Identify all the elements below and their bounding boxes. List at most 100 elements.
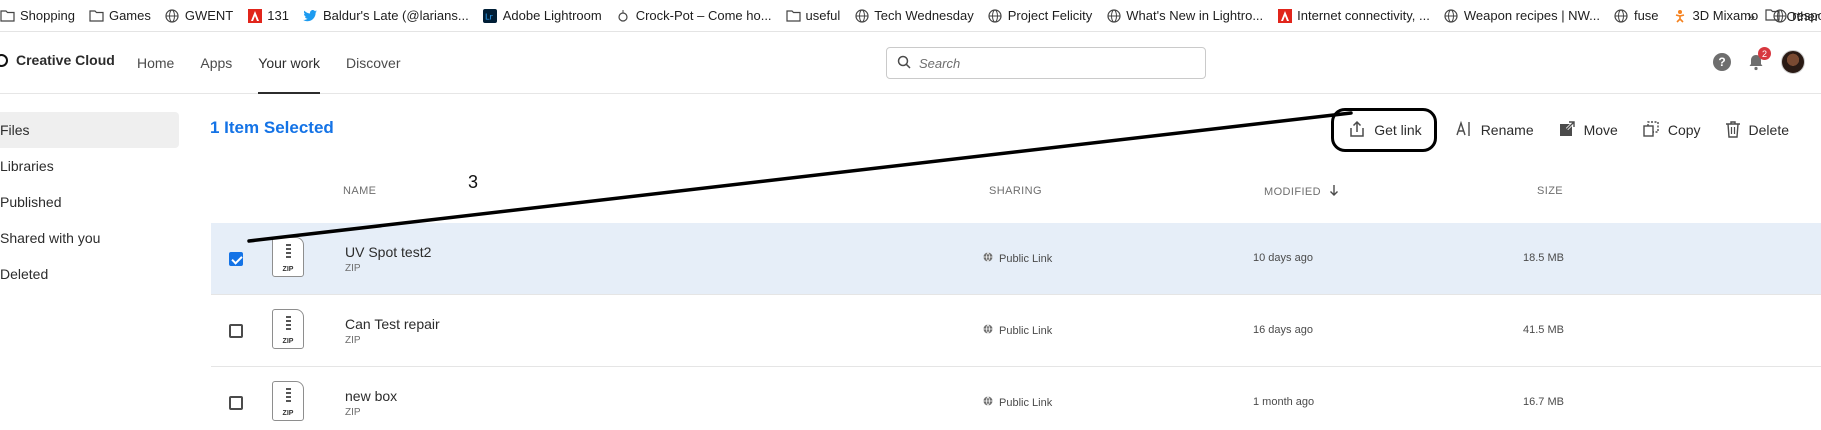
modified-date: 16 days ago <box>1253 324 1313 336</box>
help-icon[interactable]: ? <box>1713 53 1731 71</box>
bookmark-lightroom[interactable]: Lr Adobe Lightroom <box>483 8 602 23</box>
bookmark-useful[interactable]: useful <box>785 8 840 23</box>
trash-icon <box>1725 120 1741 141</box>
globe-icon <box>988 8 1003 23</box>
table-row[interactable]: ZIP UV Spot test2 ZIP Public Link 10 day… <box>211 223 1821 295</box>
bookmarks-bar: Shopping Games GWENT 131 Baldur's Late (… <box>0 0 1821 32</box>
lightroom-icon: Lr <box>483 8 498 23</box>
move-button[interactable]: Move <box>1546 112 1630 148</box>
adobe-icon <box>1277 8 1292 23</box>
bookmark-project-felicity[interactable]: Project Felicity <box>988 8 1092 23</box>
sidebar-item-libraries[interactable]: Libraries <box>0 148 180 184</box>
modified-date: 1 month ago <box>1253 396 1315 408</box>
bookmark-weapon-recipes[interactable]: Weapon recipes | NW... <box>1444 8 1600 23</box>
file-name[interactable]: Can Test repair <box>345 316 440 332</box>
selection-title: 1 Item Selected <box>210 118 334 137</box>
bookmark-whats-new[interactable]: What's New in Lightro... <box>1106 8 1263 23</box>
brand[interactable]: Creative Cloud <box>0 52 115 68</box>
search-placeholder: Search <box>919 55 961 71</box>
bookmark-shopping[interactable]: Shopping <box>0 8 75 23</box>
move-icon <box>1558 120 1576 141</box>
sharing-status: Public Link <box>983 396 1052 409</box>
sidebar-item-shared-with-you[interactable]: Shared with you <box>0 220 180 256</box>
crockpot-icon <box>616 8 631 23</box>
twitter-icon <box>303 8 318 23</box>
file-name[interactable]: UV Spot test2 <box>345 244 431 260</box>
modified-date: 10 days ago <box>1253 252 1313 264</box>
more-bookmarks-chevron-icon[interactable]: » <box>1747 8 1755 24</box>
file-type: ZIP <box>345 263 361 274</box>
table-row[interactable]: ZIP new box ZIP Public Link 1 month ago … <box>211 367 1821 430</box>
header-icons: ? 2 <box>1713 47 1805 74</box>
globe-icon <box>983 252 993 265</box>
zip-file-icon: ZIP <box>272 381 304 421</box>
file-size: 16.7 MB <box>1523 396 1564 408</box>
sort-descending-arrow-icon <box>1329 185 1339 199</box>
column-header-size[interactable]: SIZE <box>1537 185 1563 197</box>
folder-icon <box>1765 8 1781 24</box>
globe-icon <box>1444 8 1459 23</box>
bookmark-tech-wednesday[interactable]: Tech Wednesday <box>854 8 974 23</box>
bookmark-games[interactable]: Games <box>89 8 151 23</box>
column-header-modified[interactable]: MODIFIED <box>1264 185 1339 199</box>
nav-home[interactable]: Home <box>137 32 174 94</box>
row-checkbox[interactable] <box>229 252 243 266</box>
folder-icon <box>0 8 15 23</box>
bookmark-internet-connectivity[interactable]: Internet connectivity, ... <box>1277 8 1430 23</box>
globe-icon <box>854 8 869 23</box>
copy-icon <box>1642 120 1660 141</box>
sidebar-item-files[interactable]: Files <box>0 112 179 148</box>
creative-cloud-logo-icon <box>0 53 8 67</box>
get-link-button[interactable]: Get link <box>1331 108 1437 152</box>
bookmark-gwent[interactable]: GWENT <box>165 8 233 23</box>
file-size: 18.5 MB <box>1523 252 1564 264</box>
notification-badge: 2 <box>1758 47 1771 60</box>
search-icon <box>897 55 911 72</box>
rename-icon <box>1455 120 1473 141</box>
annotation-step-number: 3 <box>468 172 479 192</box>
folder-icon <box>89 8 104 23</box>
bookmark-131[interactable]: 131 <box>247 8 289 23</box>
file-name[interactable]: new box <box>345 388 397 404</box>
row-checkbox[interactable] <box>229 396 243 410</box>
folder-icon <box>785 8 801 23</box>
rename-button[interactable]: Rename <box>1443 112 1546 148</box>
bookmark-baldurs[interactable]: Baldur's Late (@larians... <box>303 8 469 23</box>
adobe-icon <box>247 8 262 23</box>
svg-text:Lr: Lr <box>485 12 493 21</box>
zip-file-icon: ZIP <box>272 237 304 277</box>
globe-icon <box>1614 8 1629 23</box>
mixamo-icon <box>1673 8 1688 23</box>
file-type: ZIP <box>345 407 361 418</box>
column-header-name[interactable]: NAME <box>343 185 376 197</box>
nav-your-work[interactable]: Your work <box>258 32 320 94</box>
bookmark-other-folder[interactable]: Other <box>1765 0 1821 31</box>
file-type: ZIP <box>345 335 361 346</box>
column-header-sharing[interactable]: SHARING <box>989 185 1042 197</box>
sidebar-item-published[interactable]: Published <box>0 184 180 220</box>
globe-icon <box>165 8 180 23</box>
bookmark-crockpot[interactable]: Crock-Pot – Come ho... <box>616 8 772 23</box>
app-header: Creative Cloud Home Apps Your work Disco… <box>0 32 1821 94</box>
share-icon <box>1348 120 1366 141</box>
nav-apps[interactable]: Apps <box>200 32 232 94</box>
bookmark-3d-mixamo[interactable]: 3D Mixamo <box>1673 8 1758 23</box>
row-checkbox[interactable] <box>229 324 243 338</box>
main-nav: Home Apps Your work Discover <box>137 32 401 94</box>
sidebar: Files Libraries Published Shared with yo… <box>0 112 180 292</box>
zip-file-icon: ZIP <box>272 309 304 349</box>
bookmark-fuse[interactable]: fuse <box>1614 8 1659 23</box>
globe-icon <box>983 396 993 409</box>
copy-button[interactable]: Copy <box>1630 112 1713 148</box>
sharing-status: Public Link <box>983 252 1052 265</box>
globe-icon <box>1106 8 1121 23</box>
search-input[interactable]: Search <box>886 47 1206 79</box>
delete-button[interactable]: Delete <box>1713 112 1801 148</box>
notifications-bell-icon[interactable]: 2 <box>1747 47 1771 71</box>
globe-icon <box>983 324 993 337</box>
avatar[interactable] <box>1781 50 1805 74</box>
nav-discover[interactable]: Discover <box>346 32 400 94</box>
table-row[interactable]: ZIP Can Test repair ZIP Public Link 16 d… <box>211 295 1821 367</box>
sidebar-item-deleted[interactable]: Deleted <box>0 256 180 292</box>
file-size: 41.5 MB <box>1523 324 1564 336</box>
